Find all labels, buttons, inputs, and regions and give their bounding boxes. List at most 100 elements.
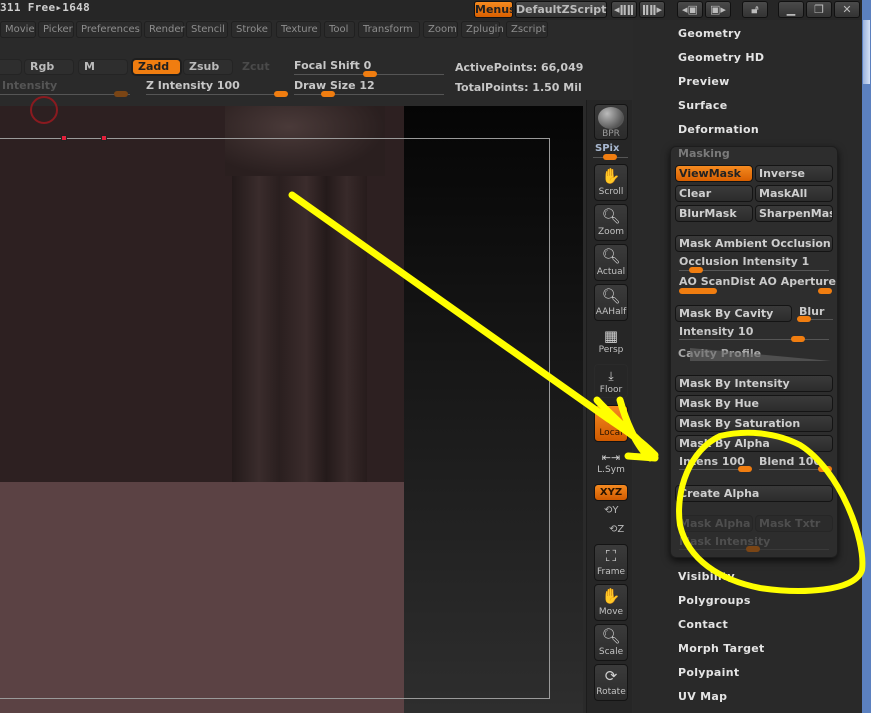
cavity-intensity-knob[interactable] <box>791 336 805 342</box>
gizmo-handle[interactable] <box>101 135 107 141</box>
intens-knob[interactable] <box>738 466 752 472</box>
shrink-left-icon[interactable]: ◂ǁǁ <box>611 1 637 18</box>
section-visibility[interactable]: Visibility <box>678 570 735 583</box>
actual-button[interactable]: 🔍︎ Actual <box>594 244 628 281</box>
menu-zoom[interactable]: Zoom <box>423 21 458 38</box>
menu-texture[interactable]: Texture <box>276 21 321 38</box>
scroll-label: Scroll <box>598 187 624 197</box>
zsub-toggle[interactable]: Zsub <box>183 59 233 75</box>
mask-intensity-knob[interactable] <box>746 546 760 552</box>
section-morph-target[interactable]: Morph Target <box>678 642 765 655</box>
scale-button[interactable]: 🔍︎ Scale <box>594 624 628 661</box>
default-zscript-button[interactable]: DefaultZScript <box>515 1 607 18</box>
blend-knob[interactable] <box>818 466 832 472</box>
menu-preferences[interactable]: Preferences <box>76 21 142 38</box>
scroll-button[interactable]: ✋ Scroll <box>594 164 628 201</box>
mask-by-intensity-button[interactable]: Mask By Intensity <box>675 375 833 392</box>
section-surface[interactable]: Surface <box>678 99 727 112</box>
floor-button[interactable]: ⤓ Floor <box>594 364 628 398</box>
viewport-canvas[interactable] <box>0 96 583 713</box>
panel-right-icon[interactable]: ▣▸ <box>705 1 731 18</box>
bpr-label: BPR <box>602 129 620 139</box>
minimize-icon[interactable]: ▁ <box>778 1 804 18</box>
lock-icon[interactable]: 🔓︎ <box>742 1 768 18</box>
z-intensity-slider[interactable] <box>146 94 288 95</box>
cavity-profile-curve[interactable] <box>690 348 831 361</box>
tray-scrollbar[interactable] <box>862 0 871 713</box>
sharpenmask-button[interactable]: SharpenMask <box>755 205 833 222</box>
menu-picker[interactable]: Picker <box>38 21 74 38</box>
mask-by-alpha-button[interactable]: Mask By Alpha <box>675 435 833 452</box>
inverse-button[interactable]: Inverse <box>755 165 833 182</box>
gizmo-handle[interactable] <box>61 135 67 141</box>
xyz-button[interactable]: XYZ <box>594 484 628 501</box>
m-toggle[interactable]: M <box>78 59 128 75</box>
draw-size-knob[interactable] <box>321 91 335 97</box>
viewmask-button[interactable]: ViewMask <box>675 165 753 182</box>
mask-by-cavity-button[interactable]: Mask By Cavity <box>675 305 792 322</box>
local-label: Local <box>599 428 623 438</box>
menu-transform[interactable]: Transform <box>358 21 420 38</box>
z-intensity-knob[interactable] <box>274 91 288 97</box>
section-geometry-hd[interactable]: Geometry HD <box>678 51 764 64</box>
section-uv-map[interactable]: UV Map <box>678 690 727 703</box>
maskall-button[interactable]: MaskAll <box>755 185 833 202</box>
zadd-toggle[interactable]: Zadd <box>131 58 182 76</box>
occlusion-intensity-knob[interactable] <box>689 267 703 273</box>
menu-tool[interactable]: Tool <box>324 21 355 38</box>
section-polypaint[interactable]: Polypaint <box>678 666 739 679</box>
local-button[interactable]: ● Local <box>594 405 628 442</box>
mask-ambient-occlusion-button[interactable]: Mask Ambient Occlusion <box>675 235 833 252</box>
zcut-toggle[interactable]: Zcut <box>236 59 286 75</box>
menu-stencil[interactable]: Stencil <box>186 21 228 38</box>
create-alpha-button[interactable]: Create Alpha <box>675 485 833 502</box>
menu-movie[interactable]: Movie <box>0 21 36 38</box>
spix-knob[interactable] <box>603 154 617 160</box>
blurmask-button[interactable]: BlurMask <box>675 205 753 222</box>
rgb-toggle[interactable]: Rgb <box>24 59 74 75</box>
actual-size-icon: 🔍︎ <box>601 247 621 265</box>
tray-scrollbar-thumb[interactable] <box>863 20 870 84</box>
persp-button[interactable]: ▦ Persp <box>594 326 628 358</box>
restore-icon[interactable]: ❐ <box>806 1 832 18</box>
cavity-intensity-slider[interactable] <box>679 339 829 340</box>
section-geometry[interactable]: Geometry <box>678 27 741 40</box>
ao-aperture-slider[interactable] <box>818 288 832 294</box>
mask-by-saturation-button[interactable]: Mask By Saturation <box>675 415 833 432</box>
shrink-right-icon[interactable]: ǁǁ▸ <box>639 1 665 18</box>
rgb-intensity-slider[interactable] <box>0 94 130 95</box>
clear-button[interactable]: Clear <box>675 185 753 202</box>
section-preview[interactable]: Preview <box>678 75 730 88</box>
menus-button[interactable]: Menus <box>474 1 516 18</box>
section-deformation[interactable]: Deformation <box>678 123 759 136</box>
floor-icon: ⤓ <box>608 369 614 383</box>
move-button[interactable]: ✋ Move <box>594 584 628 621</box>
rotate-z-button[interactable]: ⟲Z <box>609 524 624 535</box>
menu-render[interactable]: Render <box>144 21 185 38</box>
menu-zscript[interactable]: Zscript <box>506 21 548 38</box>
section-contact[interactable]: Contact <box>678 618 728 631</box>
rotate-y-button[interactable]: ⟲Y <box>604 505 619 516</box>
close-icon[interactable]: ✕ <box>834 1 860 18</box>
mask-by-hue-button[interactable]: Mask By Hue <box>675 395 833 412</box>
menu-stroke[interactable]: Stroke <box>231 21 272 38</box>
mrgb-toggle[interactable] <box>0 59 22 75</box>
mask-txtr-button[interactable]: Mask Txtr <box>755 515 833 532</box>
zoom-button[interactable]: 🔍︎ Zoom <box>594 204 628 241</box>
panel-left-icon[interactable]: ◂▣ <box>677 1 703 18</box>
focal-shift-knob[interactable] <box>363 71 377 77</box>
ao-scandist-slider[interactable] <box>679 288 717 294</box>
masking-title[interactable]: Masking <box>678 147 730 160</box>
mask-alpha-button[interactable]: Mask Alpha <box>675 515 753 532</box>
rotate-button[interactable]: ⟳ Rotate <box>594 664 628 701</box>
menu-zplugin[interactable]: Zplugin <box>461 21 504 38</box>
frame-button[interactable]: ⛶ Frame <box>594 544 628 581</box>
rgb-intensity-knob[interactable] <box>114 91 128 97</box>
aahalf-button[interactable]: 🔍︎ AAHalf <box>594 284 628 321</box>
section-polygroups[interactable]: Polygroups <box>678 594 751 607</box>
bpr-button[interactable]: BPR <box>594 104 628 140</box>
blur-knob[interactable] <box>797 316 811 322</box>
draw-size-slider[interactable] <box>294 94 444 95</box>
floor-label: Floor <box>599 385 623 395</box>
lsym-button[interactable]: ⇤⇥ L.Sym <box>594 450 628 478</box>
